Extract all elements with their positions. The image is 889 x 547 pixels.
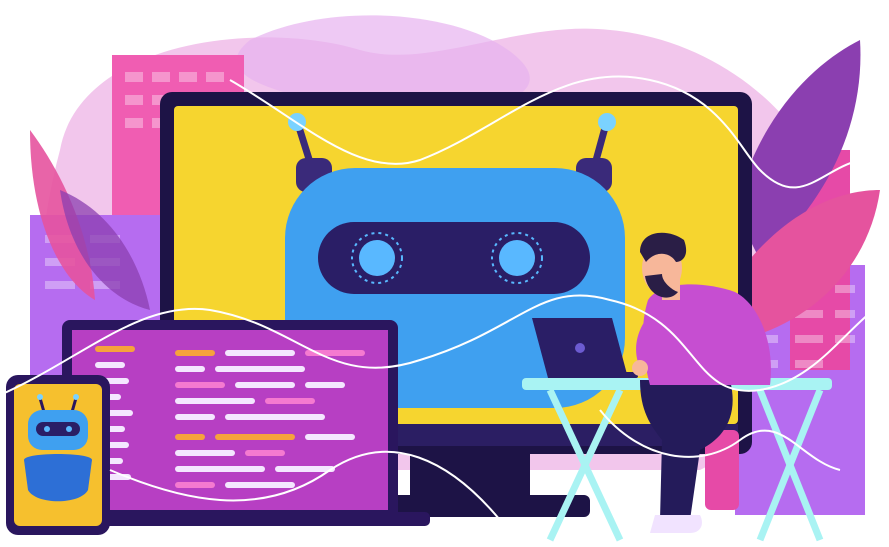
illustration-canvas bbox=[0, 15, 889, 542]
robot-visor bbox=[318, 222, 590, 294]
robot-eye-right bbox=[499, 240, 535, 276]
desk-laptop-base bbox=[548, 372, 638, 378]
chatbot-illustration bbox=[0, 0, 889, 547]
person-hand bbox=[632, 360, 648, 376]
smartphone bbox=[6, 375, 110, 535]
robot-eye-left bbox=[359, 240, 395, 276]
shoe bbox=[650, 515, 702, 533]
antenna-tip-right bbox=[598, 113, 616, 131]
desk-laptop-logo bbox=[575, 343, 585, 353]
